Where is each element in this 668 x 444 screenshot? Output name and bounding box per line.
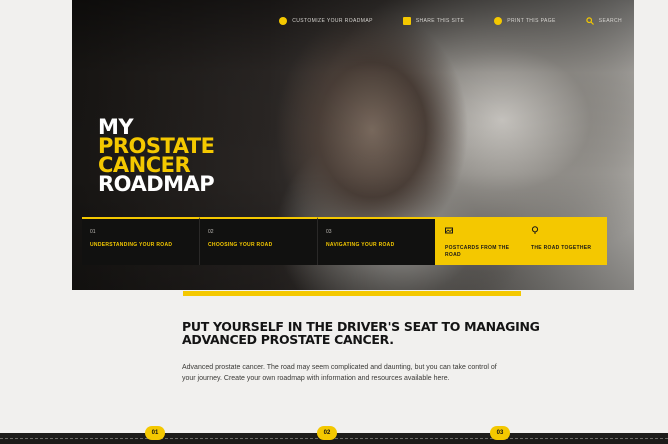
print-icon [494,17,503,25]
road-together-label: The road together [531,245,592,251]
hero-banner: Customize your roadmap Share this site P… [72,0,634,290]
nav-print[interactable]: Print this page [494,17,556,25]
postcard-icon [445,227,453,234]
step-number: 03 [326,229,332,235]
nav-share-label: Share this site [415,18,465,24]
road-step-choosing[interactable]: 02 Choosing your road [199,217,317,265]
nav-customize-label: Customize your roadmap [292,18,373,24]
nav-search-label: Search [598,18,622,24]
top-navigation: Customize your roadmap Share this site P… [279,17,622,25]
search-icon [586,17,594,25]
intro-body: Advanced prostate cancer. The road may s… [182,364,497,382]
step-number: 02 [208,229,214,235]
page: Customize your roadmap Share this site P… [0,0,668,444]
page-title: MY PROSTATE CANCER ROADMAP [98,117,215,196]
intro-headline: PUT YOURSELF IN THE DRIVER'S SEAT TO MAN… [182,319,540,347]
share-icon [402,17,411,25]
step-number: 01 [90,229,96,235]
road-marker-2[interactable]: 02 [317,426,337,440]
nav-search[interactable]: Search [586,17,622,25]
step-label: Choosing your road [208,242,273,248]
postcards-link[interactable]: Postcards from the road [435,217,521,265]
accent-divider [183,291,521,296]
settings-icon [279,17,288,25]
postcards-label: Postcards from the road [445,245,510,258]
road-together-link[interactable]: The road together [521,217,607,265]
road-steps-nav: 01 Understanding your road 02 Choosing y… [82,217,435,265]
step-label: Navigating your road [326,242,395,248]
road-marker-1[interactable]: 01 [145,426,165,440]
road-step-understanding[interactable]: 01 Understanding your road [82,217,199,265]
step-label: Understanding your road [90,242,173,248]
road-step-navigating[interactable]: 03 Navigating your road [317,217,435,265]
title-line-4: ROADMAP [98,172,215,196]
nav-print-label: Print this page [507,18,556,24]
road-marker-3[interactable]: 03 [490,426,510,440]
nav-customize[interactable]: Customize your roadmap [279,17,373,25]
road-progress-strip: 01 02 03 [0,426,668,444]
nav-share[interactable]: Share this site [402,17,465,25]
pin-icon [531,226,539,234]
extras-nav: Postcards from the road The road togethe… [435,217,607,265]
